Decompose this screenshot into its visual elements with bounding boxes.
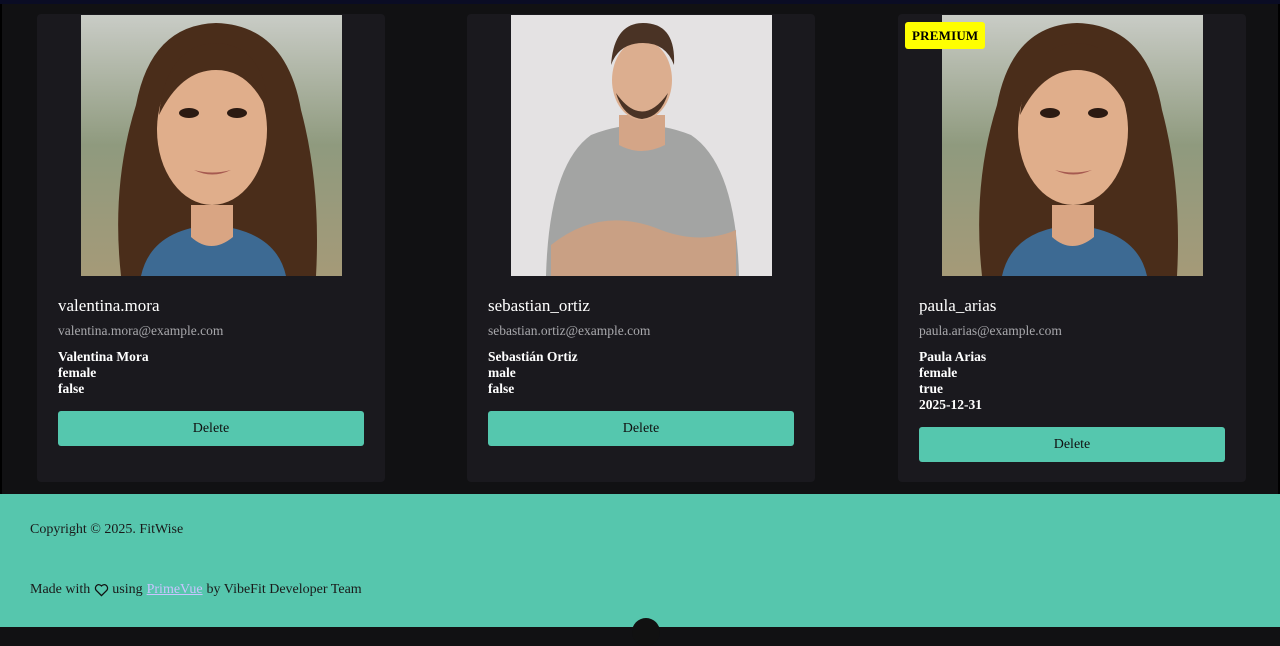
portrait-woman-icon — [942, 15, 1203, 276]
premium-flag: false — [58, 381, 85, 396]
delete-button[interactable]: Delete — [488, 411, 794, 446]
premium-badge: PREMIUM — [905, 22, 986, 49]
user-photo — [81, 15, 342, 276]
made-with-text: Made with — [30, 582, 91, 597]
portrait-woman-icon — [81, 15, 342, 276]
user-card: PREMIUM paula_arias paula.arias@example.… — [898, 14, 1246, 482]
user-photo — [942, 15, 1203, 276]
user-photo — [511, 15, 772, 276]
using-text: using — [112, 582, 143, 597]
premium-flag: true — [919, 381, 943, 396]
footer: Copyright © 2025. FitWise Made with usin… — [0, 494, 1280, 627]
scroll-top-button[interactable] — [632, 618, 660, 646]
user-details: Paula Arias female true 2025-12-31 — [919, 349, 986, 413]
portrait-man-icon — [511, 15, 772, 276]
gender: female — [58, 365, 97, 380]
user-email: paula.arias@example.com — [919, 323, 1062, 338]
user-details: Sebastián Ortiz male false — [488, 349, 578, 397]
username: sebastian_ortiz — [488, 296, 590, 315]
username: paula_arias — [919, 296, 997, 315]
user-card: sebastian_ortiz sebastian.ortiz@example.… — [467, 14, 815, 482]
user-email: valentina.mora@example.com — [58, 323, 224, 338]
gender: female — [919, 365, 958, 380]
user-card: valentina.mora valentina.mora@example.co… — [37, 14, 385, 482]
username: valentina.mora — [58, 296, 160, 315]
by-team-text: by VibeFit Developer Team — [206, 582, 362, 597]
made-with-line: Made with using PrimeVue by VibeFit Deve… — [30, 582, 362, 598]
premium-expiry: 2025-12-31 — [919, 397, 982, 412]
user-cards-section: valentina.mora valentina.mora@example.co… — [0, 0, 1280, 494]
user-email: sebastian.ortiz@example.com — [488, 323, 651, 338]
full-name: Paula Arias — [919, 349, 987, 364]
user-details: Valentina Mora female false — [58, 349, 149, 397]
delete-button[interactable]: Delete — [58, 411, 364, 446]
full-name: Valentina Mora — [58, 349, 149, 364]
delete-button[interactable]: Delete — [919, 427, 1225, 462]
copyright-text: Copyright © 2025. FitWise — [30, 522, 184, 537]
heart-icon — [95, 584, 109, 597]
top-border — [0, 0, 1280, 4]
primevue-link[interactable]: PrimeVue — [147, 582, 203, 598]
gender: male — [488, 365, 516, 380]
premium-flag: false — [488, 381, 515, 396]
full-name: Sebastián Ortiz — [488, 349, 578, 364]
